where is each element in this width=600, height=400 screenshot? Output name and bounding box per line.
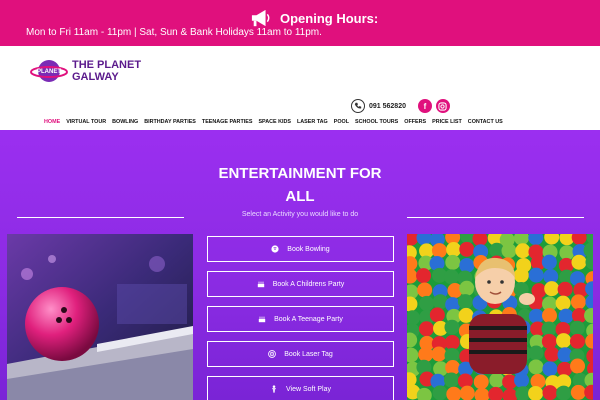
hero-title-line-1: ENTERTAINMENT FOR bbox=[218, 165, 382, 182]
hours-text: Mon to Fri 11am - 11pm | Sat, Sun & Bank… bbox=[26, 27, 322, 38]
book-laser-tag-label: Book Laser Tag bbox=[284, 350, 333, 358]
instagram-icon[interactable] bbox=[435, 99, 450, 113]
bowling-ball-icon bbox=[271, 245, 279, 253]
site-logo[interactable]: PLANET THE PLANET GALWAY bbox=[30, 56, 141, 86]
book-childrens-party-label: Book A Childrens Party bbox=[272, 280, 345, 288]
divider-right bbox=[407, 217, 584, 218]
logo-text: THE PLANET GALWAY bbox=[72, 59, 141, 83]
logo-line-2: GALWAY bbox=[72, 71, 119, 83]
nav-item-price-list[interactable]: PRICE LIST bbox=[432, 119, 462, 125]
nav-item-space-kids[interactable]: SPACE KIDS bbox=[258, 119, 291, 125]
nav-item-birthday-parties[interactable]: BIRTHDAY PARTIES bbox=[144, 119, 196, 125]
logo-badge-text: PLANET bbox=[37, 69, 61, 75]
ball-pit-image bbox=[407, 234, 593, 400]
nav-item-virtual-tour[interactable]: VIRTUAL TOUR bbox=[66, 119, 106, 125]
nav-item-bowling[interactable]: BOWLING bbox=[112, 119, 138, 125]
nav-item-offers[interactable]: OFFERS bbox=[404, 119, 426, 125]
nav-item-pool[interactable]: POOL bbox=[334, 119, 349, 125]
contact-bar: 091 562820 f bbox=[351, 99, 450, 113]
megaphone-icon bbox=[251, 9, 270, 27]
main-nav: HOME VIRTUAL TOUR BOWLING BIRTHDAY PARTI… bbox=[44, 119, 503, 125]
hero-section: ENTERTAINMENT FOR ALL Select an Activity… bbox=[0, 130, 600, 400]
view-soft-play-button[interactable]: View Soft Play bbox=[207, 376, 394, 400]
book-bowling-label: Book Bowling bbox=[287, 245, 330, 253]
hero-title-line-2: ALL bbox=[285, 188, 315, 205]
nav-item-home[interactable]: HOME bbox=[44, 119, 60, 125]
cake-icon bbox=[258, 316, 266, 323]
bowling-image bbox=[7, 234, 193, 400]
book-laser-tag-button[interactable]: Book Laser Tag bbox=[207, 341, 394, 367]
phone-icon[interactable] bbox=[351, 99, 365, 113]
site-header: PLANET THE PLANET GALWAY 091 562820 f HO… bbox=[0, 46, 600, 130]
logo-line-1: THE PLANET bbox=[72, 59, 142, 71]
cake-icon bbox=[257, 281, 264, 288]
hours-label: Opening Hours: bbox=[280, 10, 379, 26]
book-childrens-party-button[interactable]: Book A Childrens Party bbox=[207, 271, 394, 297]
hours-title: Opening Hours: bbox=[250, 7, 378, 29]
hero-title: ENTERTAINMENT FOR ALL bbox=[0, 162, 600, 208]
nav-item-contact-us[interactable]: CONTACT US bbox=[468, 119, 503, 125]
nav-item-teenage-parties[interactable]: TEENAGE PARTIES bbox=[202, 119, 253, 125]
nav-item-laser-tag[interactable]: LASER TAG bbox=[297, 119, 328, 125]
book-teenage-party-button[interactable]: Book A Teenage Party bbox=[207, 306, 394, 332]
facebook-icon[interactable]: f bbox=[417, 99, 432, 113]
book-bowling-button[interactable]: Book Bowling bbox=[207, 236, 394, 262]
phone-number[interactable]: 091 562820 bbox=[369, 103, 406, 110]
target-icon bbox=[268, 350, 277, 358]
nav-item-school-tours[interactable]: SCHOOL TOURS bbox=[355, 119, 398, 125]
opening-hours-banner: Opening Hours: Mon to Fri 11am - 11pm | … bbox=[0, 0, 600, 46]
child-icon bbox=[271, 385, 276, 393]
planet-logo-icon: PLANET bbox=[30, 60, 68, 82]
book-teenage-party-label: Book A Teenage Party bbox=[274, 315, 343, 323]
view-soft-play-label: View Soft Play bbox=[285, 385, 331, 393]
